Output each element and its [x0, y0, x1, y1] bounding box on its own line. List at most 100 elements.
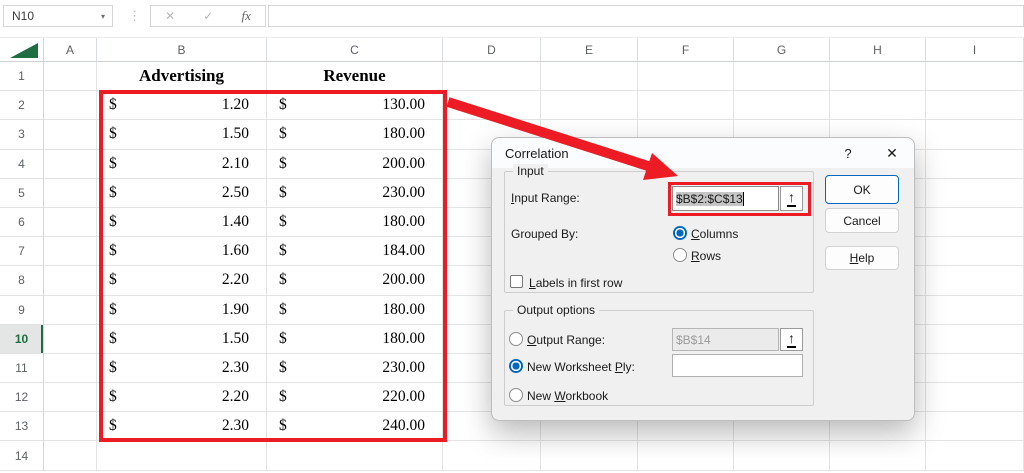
output-range-radio[interactable]	[509, 332, 523, 346]
cell-B5[interactable]: $2.50	[97, 179, 267, 208]
output-range-label[interactable]: Output Range:	[527, 333, 605, 347]
cell-F2[interactable]	[638, 91, 734, 120]
row-header-5[interactable]: 5	[0, 179, 44, 208]
cell-C10[interactable]: $180.00	[267, 325, 443, 354]
cell-I12[interactable]	[926, 383, 1024, 412]
cell-G2[interactable]	[734, 91, 830, 120]
cell-B11[interactable]: $2.30	[97, 354, 267, 383]
cell-C6[interactable]: $180.00	[267, 208, 443, 237]
cell-C14[interactable]	[267, 441, 443, 470]
cell-E2[interactable]	[541, 91, 638, 120]
cell-G1[interactable]	[734, 62, 830, 91]
cell-B14[interactable]	[97, 441, 267, 470]
row-header-11[interactable]: 11	[0, 354, 44, 383]
cell-I10[interactable]	[926, 325, 1024, 354]
row-header-14[interactable]: 14	[0, 441, 44, 470]
new-worksheet-ply-label[interactable]: New Worksheet Ply:	[527, 360, 635, 374]
row-header-2[interactable]: 2	[0, 91, 44, 120]
cell-C11[interactable]: $230.00	[267, 354, 443, 383]
cell-A14[interactable]	[44, 441, 97, 470]
cell-I11[interactable]	[926, 354, 1024, 383]
cell-A5[interactable]	[44, 179, 97, 208]
cell-C5[interactable]: $230.00	[267, 179, 443, 208]
new-worksheet-ply-field[interactable]	[672, 354, 803, 377]
dialog-titlebar[interactable]: Correlation ? ✕	[492, 138, 914, 168]
cell-C3[interactable]: $180.00	[267, 120, 443, 149]
cell-I8[interactable]	[926, 266, 1024, 295]
cell-C4[interactable]: $200.00	[267, 150, 443, 179]
cell-C2[interactable]: $130.00	[267, 91, 443, 120]
cell-B9[interactable]: $1.90	[97, 296, 267, 325]
cell-B6[interactable]: $1.40	[97, 208, 267, 237]
select-all-button[interactable]	[0, 38, 44, 62]
cell-B3[interactable]: $1.50	[97, 120, 267, 149]
cell-B12[interactable]: $2.20	[97, 383, 267, 412]
row-header-12[interactable]: 12	[0, 383, 44, 412]
cell-D1[interactable]	[443, 62, 541, 91]
cell-C9[interactable]: $180.00	[267, 296, 443, 325]
row-header-4[interactable]: 4	[0, 150, 44, 179]
cell-G14[interactable]	[734, 441, 830, 470]
cell-I14[interactable]	[926, 441, 1024, 470]
output-range-field[interactable]: $B$14	[672, 328, 779, 351]
name-box-dropdown-icon[interactable]: ▾	[101, 12, 105, 21]
cell-A12[interactable]	[44, 383, 97, 412]
cell-I5[interactable]	[926, 179, 1024, 208]
cell-B4[interactable]: $2.10	[97, 150, 267, 179]
cell-H14[interactable]	[830, 441, 926, 470]
cell-A6[interactable]	[44, 208, 97, 237]
cell-H2[interactable]	[830, 91, 926, 120]
row-header-8[interactable]: 8	[0, 266, 44, 295]
collapse-dialog-button[interactable]: ↑	[780, 186, 803, 211]
formula-bar-handle-icon[interactable]: ⋮	[128, 5, 140, 27]
cell-I1[interactable]	[926, 62, 1024, 91]
help-button[interactable]: Help	[825, 246, 899, 270]
labels-in-first-row-label[interactable]: Labels in first row	[529, 276, 622, 290]
row-header-6[interactable]: 6	[0, 208, 44, 237]
new-workbook-label[interactable]: New Workbook	[527, 389, 608, 403]
column-header-F[interactable]: F	[638, 38, 734, 62]
cell-A1[interactable]	[44, 62, 97, 91]
cell-E1[interactable]	[541, 62, 638, 91]
cell-E14[interactable]	[541, 441, 638, 470]
cell-C1[interactable]: Revenue	[267, 62, 443, 91]
cell-I7[interactable]	[926, 237, 1024, 266]
cell-I4[interactable]	[926, 150, 1024, 179]
column-header-D[interactable]: D	[443, 38, 541, 62]
cell-I2[interactable]	[926, 91, 1024, 120]
cell-B2[interactable]: $1.20	[97, 91, 267, 120]
cell-A2[interactable]	[44, 91, 97, 120]
cell-A7[interactable]	[44, 237, 97, 266]
close-icon[interactable]: ✕	[882, 143, 902, 163]
row-header-13[interactable]: 13	[0, 412, 44, 441]
new-workbook-radio[interactable]	[509, 388, 523, 402]
cell-F14[interactable]	[638, 441, 734, 470]
cell-C8[interactable]: $200.00	[267, 266, 443, 295]
cell-B8[interactable]: $2.20	[97, 266, 267, 295]
cell-A10[interactable]	[44, 325, 97, 354]
columns-radio-label[interactable]: Columns	[691, 227, 738, 241]
cell-I13[interactable]	[926, 412, 1024, 441]
cell-I3[interactable]	[926, 120, 1024, 149]
column-header-C[interactable]: C	[267, 38, 443, 62]
row-header-3[interactable]: 3	[0, 120, 44, 149]
cell-C12[interactable]: $220.00	[267, 383, 443, 412]
columns-radio[interactable]	[673, 226, 687, 240]
cell-I6[interactable]	[926, 208, 1024, 237]
cell-F1[interactable]	[638, 62, 734, 91]
cell-B13[interactable]: $2.30	[97, 412, 267, 441]
cell-C13[interactable]: $240.00	[267, 412, 443, 441]
dialog-help-icon[interactable]: ?	[838, 143, 858, 163]
row-header-1[interactable]: 1	[0, 62, 44, 91]
cell-I9[interactable]	[926, 296, 1024, 325]
cell-D2[interactable]	[443, 91, 541, 120]
labels-in-first-row-checkbox[interactable]	[510, 275, 523, 288]
cell-A4[interactable]	[44, 150, 97, 179]
cell-A3[interactable]	[44, 120, 97, 149]
cell-D14[interactable]	[443, 441, 541, 470]
formula-input[interactable]	[268, 5, 1024, 27]
cell-C7[interactable]: $184.00	[267, 237, 443, 266]
row-header-9[interactable]: 9	[0, 296, 44, 325]
confirm-entry-icon[interactable]: ✓	[203, 9, 213, 23]
cell-A8[interactable]	[44, 266, 97, 295]
